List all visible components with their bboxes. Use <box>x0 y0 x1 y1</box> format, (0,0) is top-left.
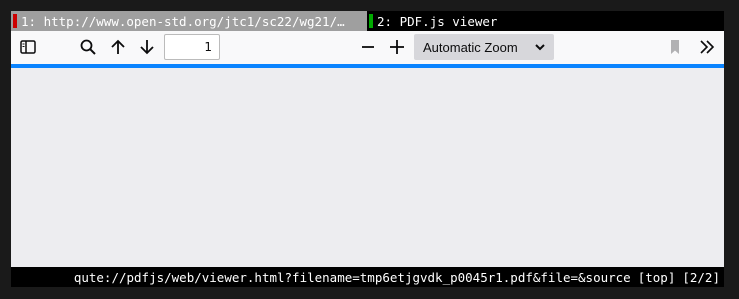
minus-icon <box>362 46 374 48</box>
zoom-out-button[interactable] <box>355 35 381 59</box>
status-tab-position: [2/2] <box>682 269 720 285</box>
pdf-viewer-container[interactable] <box>11 68 724 267</box>
zoom-select[interactable]: Automatic Zoom <box>414 34 554 60</box>
previous-page-button[interactable] <box>105 35 131 59</box>
tab-title-text: PDF.js viewer <box>399 13 498 29</box>
browser-window: 1: http://www.open-std.org/jtc1/sc22/wg2… <box>11 11 724 287</box>
arrow-up-icon <box>111 39 125 54</box>
tab-bar: 1: http://www.open-std.org/jtc1/sc22/wg2… <box>11 11 724 31</box>
sidebar-icon <box>20 40 36 54</box>
zoom-in-button[interactable] <box>384 35 410 59</box>
page-number-input[interactable] <box>164 34 220 60</box>
tab-index: 2: <box>377 13 393 29</box>
zoom-select-value: Automatic Zoom <box>423 39 518 55</box>
next-page-button[interactable] <box>134 35 160 59</box>
status-url: qute://pdfjs/web/viewer.html?filename=tm… <box>73 269 631 285</box>
tab-title: 1: http://www.open-std.org/jtc1/sc22/wg2… <box>21 14 345 29</box>
background-terminal <box>0 286 739 299</box>
tab-indicator <box>369 14 373 28</box>
arrow-down-icon <box>140 40 154 55</box>
tab-2[interactable]: 2: PDF.js viewer <box>367 11 724 31</box>
sidebar-toggle-button[interactable] <box>15 35 41 59</box>
search-icon <box>80 39 96 55</box>
tab-title-text: http://www.open-std.org/jtc1/sc22/wg21/… <box>43 13 345 29</box>
status-scroll: [top] <box>637 269 676 285</box>
tab-title: 2: PDF.js viewer <box>377 14 497 29</box>
find-button[interactable] <box>75 35 101 59</box>
pdf-toolbar: Automatic Zoom <box>11 31 724 64</box>
bookmark-button[interactable] <box>662 35 688 59</box>
chevron-down-icon <box>535 44 545 51</box>
tools-button[interactable] <box>694 35 720 59</box>
tab-indicator <box>13 14 17 28</box>
status-bar: qute://pdfjs/web/viewer.html?filename=tm… <box>11 267 724 287</box>
double-chevron-right-icon <box>700 40 715 54</box>
tab-index: 1: <box>21 13 37 29</box>
plus-icon <box>390 40 404 54</box>
bookmark-icon <box>671 40 679 54</box>
tab-1[interactable]: 1: http://www.open-std.org/jtc1/sc22/wg2… <box>11 11 367 31</box>
